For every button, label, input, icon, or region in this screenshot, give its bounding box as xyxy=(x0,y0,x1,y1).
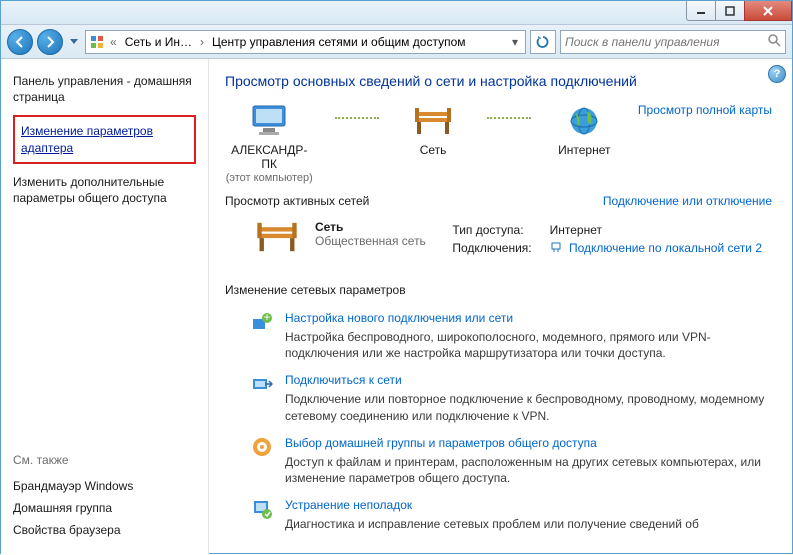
breadcrumb-segment-1[interactable]: Сеть и Ин… xyxy=(121,35,196,49)
active-networks-heading: Просмотр активных сетей xyxy=(225,194,369,208)
computer-icon xyxy=(225,103,313,139)
homegroup-icon xyxy=(251,436,273,458)
see-also-browser[interactable]: Свойства браузера xyxy=(13,519,196,541)
sidebar: Панель управления - домашняя страница Из… xyxy=(1,59,209,555)
breadcrumb[interactable]: « Сеть и Ин… › Центр управления сетями и… xyxy=(85,30,526,54)
task-homegroup-link[interactable]: Выбор домашней группы и параметров общег… xyxy=(285,436,772,450)
network-map: АЛЕКСАНДР-ПК (этот компьютер) Сеть Интер… xyxy=(225,103,772,184)
map-internet-label: Интернет xyxy=(553,143,616,157)
maximize-button[interactable] xyxy=(715,1,745,21)
task-new-connection-desc: Настройка беспроводного, широкополосного… xyxy=(285,329,772,361)
content-body: Панель управления - домашняя страница Из… xyxy=(1,59,792,555)
map-pc-label: АЛЕКСАНДР-ПК xyxy=(225,143,313,172)
close-button[interactable] xyxy=(744,1,792,21)
refresh-button[interactable] xyxy=(530,30,556,54)
task-new-connection: + Настройка нового подключения или сети … xyxy=(225,305,772,367)
new-connection-icon: + xyxy=(251,311,273,333)
search-icon xyxy=(767,33,781,50)
breadcrumb-dropdown-icon[interactable]: ▾ xyxy=(507,35,523,49)
history-dropdown-icon[interactable] xyxy=(67,32,81,52)
address-bar-row: « Сеть и Ин… › Центр управления сетями и… xyxy=(1,25,792,59)
sidebar-sharing-settings-link[interactable]: Изменить дополнительные параметры общего… xyxy=(13,174,196,206)
map-pc-sublabel: (этот компьютер) xyxy=(225,172,313,184)
map-network: Сеть xyxy=(401,103,464,157)
bench-icon xyxy=(253,220,301,254)
access-type-label: Тип доступа: xyxy=(444,222,539,238)
sidebar-adapter-label: Изменение параметров адаптера xyxy=(21,124,153,154)
sidebar-home-link[interactable]: Панель управления - домашняя страница xyxy=(13,73,196,105)
breadcrumb-segment-2[interactable]: Центр управления сетями и общим доступом xyxy=(208,35,505,49)
see-also-homegroup[interactable]: Домашняя группа xyxy=(13,497,196,519)
connect-disconnect-link[interactable]: Подключение или отключение xyxy=(603,194,772,208)
view-full-map-link[interactable]: Просмотр полной карты xyxy=(638,103,772,117)
minimize-button[interactable] xyxy=(686,1,716,21)
task-troubleshoot: Устранение неполадок Диагностика и испра… xyxy=(225,492,772,538)
svg-text:+: + xyxy=(263,311,270,324)
active-network-row: Сеть Общественная сеть Тип доступа: Инте… xyxy=(225,216,772,273)
forward-button[interactable] xyxy=(37,29,63,55)
page-title: Просмотр основных сведений о сети и наст… xyxy=(225,73,772,89)
main-panel: ? Просмотр основных сведений о сети и на… xyxy=(209,59,792,555)
sidebar-adapter-settings-link[interactable]: Изменение параметров адаптера xyxy=(13,115,196,163)
task-troubleshoot-desc: Диагностика и исправление сетевых пробле… xyxy=(285,516,699,532)
see-also-firewall[interactable]: Брандмауэр Windows xyxy=(13,475,196,497)
network-center-icon xyxy=(88,33,106,51)
chevron-right-icon: › xyxy=(198,35,206,49)
see-also-heading: См. также xyxy=(13,453,196,467)
task-homegroup: Выбор домашней группы и параметров общег… xyxy=(225,430,772,492)
change-settings-heading: Изменение сетевых параметров xyxy=(225,283,772,297)
active-network-details: Тип доступа: Интернет Подключения: Подкл… xyxy=(442,220,772,259)
task-troubleshoot-link[interactable]: Устранение неполадок xyxy=(285,498,699,512)
connect-icon xyxy=(251,373,273,395)
active-network-type: Общественная сеть xyxy=(315,234,426,248)
help-button[interactable]: ? xyxy=(768,65,786,83)
access-type-value: Интернет xyxy=(542,222,770,238)
troubleshoot-icon xyxy=(251,498,273,520)
globe-icon xyxy=(553,103,616,139)
ethernet-icon xyxy=(550,241,562,256)
map-connection-line-2 xyxy=(487,117,531,137)
map-this-pc: АЛЕКСАНДР-ПК (этот компьютер) xyxy=(225,103,313,184)
search-input[interactable] xyxy=(565,35,763,49)
window-titlebar xyxy=(1,1,792,25)
task-connect-link[interactable]: Подключиться к сети xyxy=(285,373,772,387)
task-connect: Подключиться к сети Подключение или повт… xyxy=(225,367,772,429)
task-homegroup-desc: Доступ к файлам и принтерам, расположенн… xyxy=(285,454,772,486)
map-internet: Интернет xyxy=(553,103,616,157)
bench-icon xyxy=(401,103,464,139)
task-new-connection-link[interactable]: Настройка нового подключения или сети xyxy=(285,311,772,325)
search-box[interactable] xyxy=(560,30,786,54)
map-connection-line xyxy=(335,117,379,137)
task-connect-desc: Подключение или повторное подключение к … xyxy=(285,391,772,423)
connections-label: Подключения: xyxy=(444,240,539,257)
active-network-name: Сеть xyxy=(315,220,426,234)
connection-link[interactable]: Подключение по локальной сети 2 xyxy=(569,241,762,255)
back-button[interactable] xyxy=(7,29,33,55)
breadcrumb-separator: « xyxy=(108,35,119,49)
map-network-label: Сеть xyxy=(401,143,464,157)
